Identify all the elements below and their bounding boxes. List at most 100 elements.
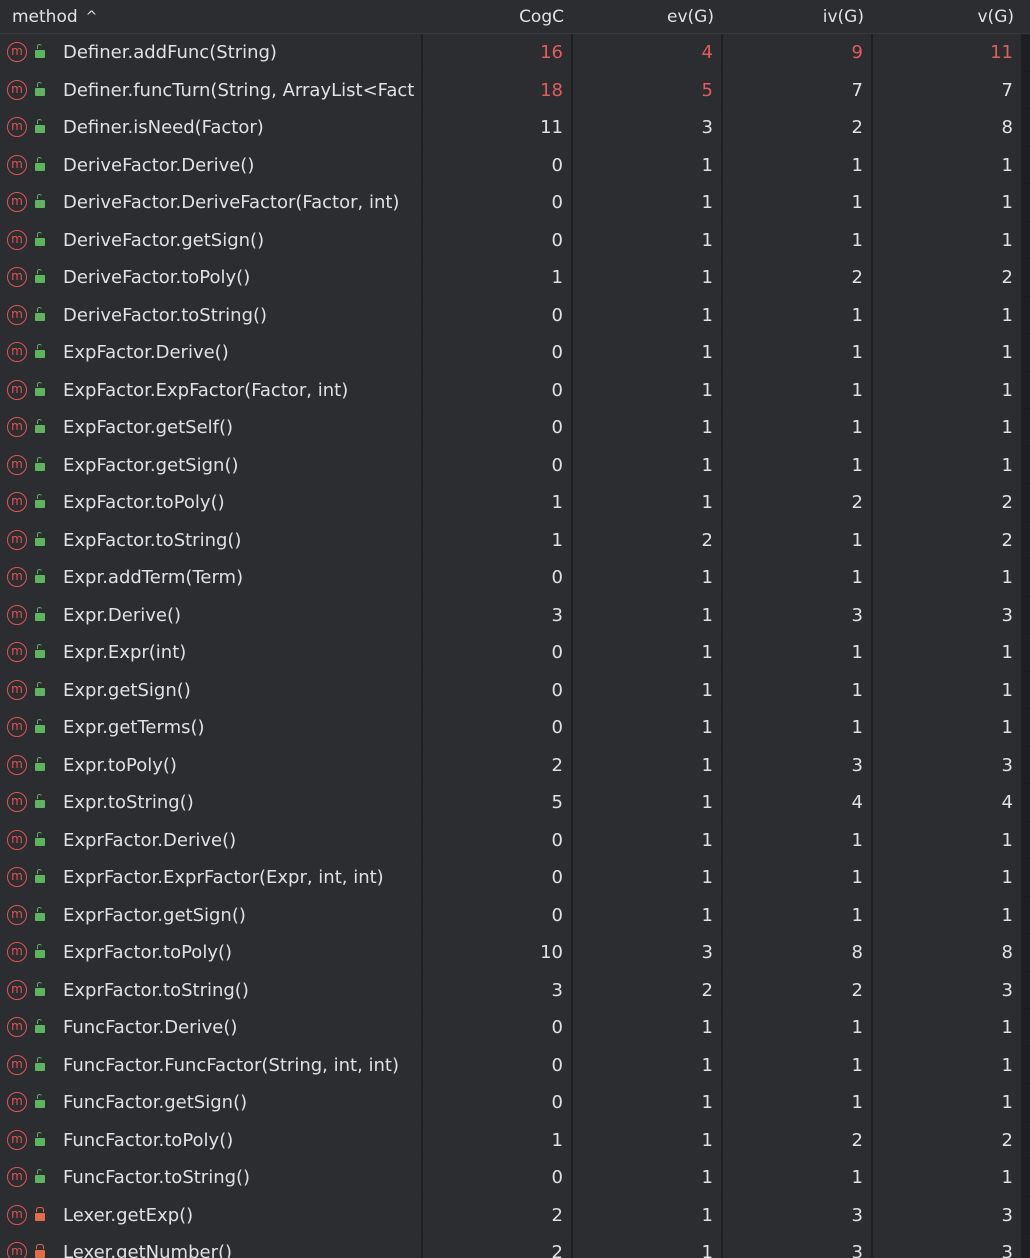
table-row[interactable]: m ExpFactor.getSelf() 0 1 1 1 xyxy=(0,409,1030,447)
iv-cell[interactable]: 9 xyxy=(723,34,871,72)
vg-cell[interactable]: 3 xyxy=(873,971,1021,1009)
ev-cell[interactable]: 2 xyxy=(573,521,721,559)
ev-cell[interactable]: 1 xyxy=(573,671,721,709)
vg-cell[interactable]: 7 xyxy=(873,71,1021,109)
iv-cell[interactable]: 1 xyxy=(723,559,871,597)
vg-cell[interactable]: 2 xyxy=(873,259,1021,297)
cogc-cell[interactable]: 2 xyxy=(423,746,571,784)
ev-cell[interactable]: 1 xyxy=(573,1159,721,1197)
ev-cell[interactable]: 1 xyxy=(573,221,721,259)
cogc-cell[interactable]: 0 xyxy=(423,859,571,897)
iv-cell[interactable]: 3 xyxy=(723,1234,871,1258)
column-header-iv[interactable]: iv(G) xyxy=(722,0,864,34)
table-row[interactable]: m DeriveFactor.Derive() 0 1 1 1 xyxy=(0,146,1030,184)
ev-cell[interactable]: 1 xyxy=(573,184,721,222)
ev-cell[interactable]: 1 xyxy=(573,559,721,597)
ev-cell[interactable]: 1 xyxy=(573,484,721,522)
table-row[interactable]: m ExpFactor.getSign() 0 1 1 1 xyxy=(0,446,1030,484)
table-row[interactable]: m FuncFactor.toPoly() 1 1 2 2 xyxy=(0,1121,1030,1159)
method-cell[interactable]: m DeriveFactor.DeriveFactor(Factor, int) xyxy=(0,184,421,222)
method-cell[interactable]: m FuncFactor.toPoly() xyxy=(0,1121,421,1159)
method-cell[interactable]: m FuncFactor.getSign() xyxy=(0,1084,421,1122)
method-cell[interactable]: m Expr.addTerm(Term) xyxy=(0,559,421,597)
cogc-cell[interactable]: 3 xyxy=(423,971,571,1009)
iv-cell[interactable]: 1 xyxy=(723,709,871,747)
cogc-cell[interactable]: 0 xyxy=(423,371,571,409)
cogc-cell[interactable]: 11 xyxy=(423,109,571,147)
iv-cell[interactable]: 2 xyxy=(723,971,871,1009)
cogc-cell[interactable]: 1 xyxy=(423,1121,571,1159)
ev-cell[interactable]: 1 xyxy=(573,446,721,484)
iv-cell[interactable]: 2 xyxy=(723,109,871,147)
cogc-cell[interactable]: 2 xyxy=(423,1196,571,1234)
table-row[interactable]: m Expr.getTerms() 0 1 1 1 xyxy=(0,709,1030,747)
table-row[interactable]: m Lexer.getNumber() 2 1 3 3 xyxy=(0,1234,1030,1258)
vg-cell[interactable]: 1 xyxy=(873,634,1021,672)
cogc-cell[interactable]: 0 xyxy=(423,709,571,747)
ev-cell[interactable]: 1 xyxy=(573,296,721,334)
vg-cell[interactable]: 1 xyxy=(873,1159,1021,1197)
cogc-cell[interactable]: 0 xyxy=(423,296,571,334)
ev-cell[interactable]: 1 xyxy=(573,821,721,859)
cogc-cell[interactable]: 0 xyxy=(423,334,571,372)
ev-cell[interactable]: 1 xyxy=(573,1121,721,1159)
method-cell[interactable]: m Lexer.getExp() xyxy=(0,1196,421,1234)
vg-cell[interactable]: 1 xyxy=(873,1009,1021,1047)
iv-cell[interactable]: 1 xyxy=(723,146,871,184)
vg-cell[interactable]: 1 xyxy=(873,1084,1021,1122)
iv-cell[interactable]: 1 xyxy=(723,334,871,372)
vg-cell[interactable]: 1 xyxy=(873,859,1021,897)
table-row[interactable]: m Lexer.getExp() 2 1 3 3 xyxy=(0,1196,1030,1234)
table-row[interactable]: m FuncFactor.toString() 0 1 1 1 xyxy=(0,1159,1030,1197)
vg-cell[interactable]: 3 xyxy=(873,746,1021,784)
cogc-cell[interactable]: 0 xyxy=(423,446,571,484)
method-cell[interactable]: m ExprFactor.ExprFactor(Expr, int, int) xyxy=(0,859,421,897)
method-cell[interactable]: m FuncFactor.Derive() xyxy=(0,1009,421,1047)
method-cell[interactable]: m Definer.isNeed(Factor) xyxy=(0,109,421,147)
cogc-cell[interactable]: 1 xyxy=(423,259,571,297)
vg-cell[interactable]: 1 xyxy=(873,371,1021,409)
table-row[interactable]: m Expr.Derive() 3 1 3 3 xyxy=(0,596,1030,634)
method-cell[interactable]: m Expr.toString() xyxy=(0,784,421,822)
iv-cell[interactable]: 1 xyxy=(723,296,871,334)
vg-cell[interactable]: 1 xyxy=(873,671,1021,709)
vg-cell[interactable]: 8 xyxy=(873,109,1021,147)
method-cell[interactable]: m Expr.getSign() xyxy=(0,671,421,709)
table-row[interactable]: m Expr.toPoly() 2 1 3 3 xyxy=(0,746,1030,784)
cogc-cell[interactable]: 1 xyxy=(423,484,571,522)
vg-cell[interactable]: 3 xyxy=(873,596,1021,634)
iv-cell[interactable]: 1 xyxy=(723,409,871,447)
table-row[interactable]: m Definer.funcTurn(String, ArrayList<Fact… xyxy=(0,71,1030,109)
table-row[interactable]: m ExprFactor.ExprFactor(Expr, int, int) 0 1… xyxy=(0,859,1030,897)
method-cell[interactable]: m Definer.funcTurn(String, ArrayList<Fact xyxy=(0,71,421,109)
vg-cell[interactable]: 3 xyxy=(873,1234,1021,1258)
cogc-cell[interactable]: 0 xyxy=(423,1046,571,1084)
cogc-cell[interactable]: 18 xyxy=(423,71,571,109)
method-cell[interactable]: m ExprFactor.Derive() xyxy=(0,821,421,859)
vg-cell[interactable]: 2 xyxy=(873,484,1021,522)
iv-cell[interactable]: 1 xyxy=(723,221,871,259)
iv-cell[interactable]: 1 xyxy=(723,671,871,709)
column-header-method[interactable]: method ^ xyxy=(12,0,420,34)
vg-cell[interactable]: 1 xyxy=(873,1046,1021,1084)
iv-cell[interactable]: 4 xyxy=(723,784,871,822)
table-row[interactable]: m FuncFactor.FuncFactor(String, int, int)… xyxy=(0,1046,1030,1084)
ev-cell[interactable]: 1 xyxy=(573,371,721,409)
vg-cell[interactable]: 1 xyxy=(873,296,1021,334)
vg-cell[interactable]: 8 xyxy=(873,934,1021,972)
iv-cell[interactable]: 3 xyxy=(723,596,871,634)
table-row[interactable]: m DeriveFactor.toString() 0 1 1 1 xyxy=(0,296,1030,334)
vg-cell[interactable]: 2 xyxy=(873,1121,1021,1159)
table-row[interactable]: m ExprFactor.toPoly() 10 3 8 8 xyxy=(0,934,1030,972)
method-cell[interactable]: m DeriveFactor.Derive() xyxy=(0,146,421,184)
table-row[interactable]: m Expr.getSign() 0 1 1 1 xyxy=(0,671,1030,709)
ev-cell[interactable]: 1 xyxy=(573,146,721,184)
table-row[interactable]: m Definer.addFunc(String) 16 4 9 11 xyxy=(0,34,1030,72)
ev-cell[interactable]: 1 xyxy=(573,596,721,634)
table-row[interactable]: m ExpFactor.toPoly() 1 1 2 2 xyxy=(0,484,1030,522)
iv-cell[interactable]: 1 xyxy=(723,1046,871,1084)
method-cell[interactable]: m ExpFactor.toPoly() xyxy=(0,484,421,522)
ev-cell[interactable]: 1 xyxy=(573,1009,721,1047)
iv-cell[interactable]: 1 xyxy=(723,821,871,859)
vg-cell[interactable]: 1 xyxy=(873,409,1021,447)
